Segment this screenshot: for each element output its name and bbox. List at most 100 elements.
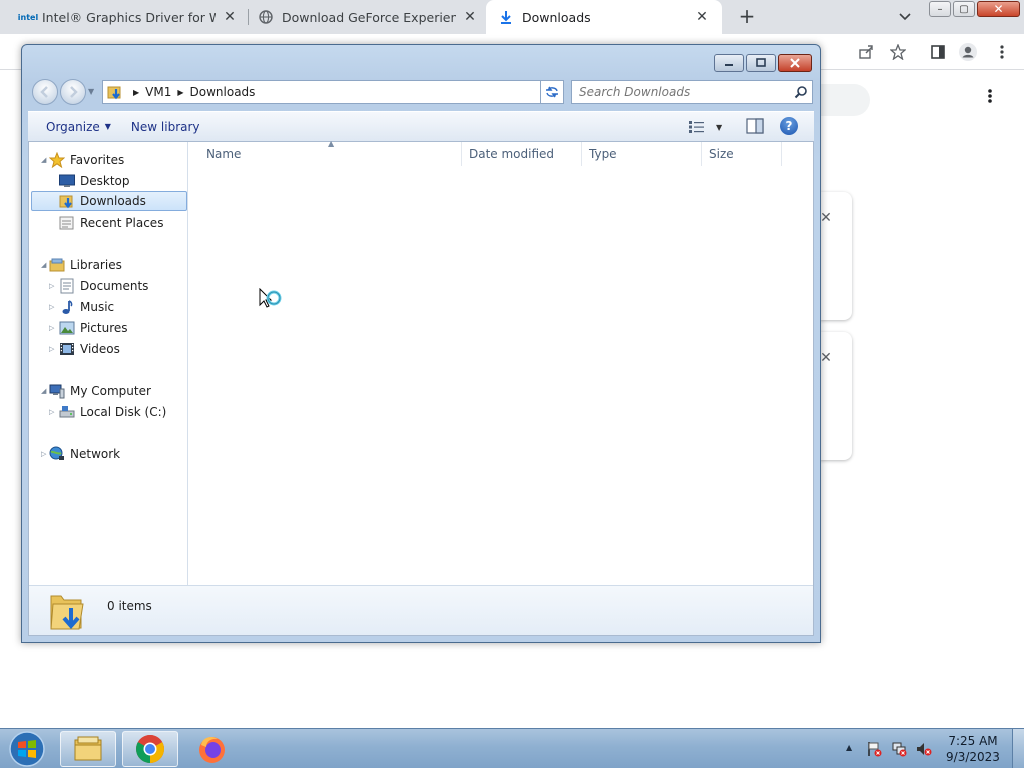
organize-button[interactable]: Organize ▼: [36, 115, 121, 139]
item-count-label: 0 items: [107, 599, 152, 613]
browser-maximize-button[interactable]: ▢: [953, 1, 975, 17]
hard-drive-icon: [59, 404, 75, 420]
change-view-button[interactable]: ▼: [688, 118, 722, 136]
nav-desktop[interactable]: Desktop: [59, 171, 130, 191]
expand-triangle-icon[interactable]: ▷: [49, 408, 54, 416]
explorer-maximize-button[interactable]: [746, 54, 776, 72]
documents-icon: [59, 278, 75, 294]
start-button[interactable]: [4, 730, 50, 768]
nav-videos[interactable]: ▷ Videos: [49, 339, 120, 359]
breadcrumb-arrow-icon[interactable]: ▶: [177, 88, 183, 97]
expand-triangle-icon[interactable]: ◢: [41, 156, 46, 164]
network-status-icon[interactable]: [891, 741, 907, 757]
breadcrumb-downloads[interactable]: Downloads: [190, 85, 256, 99]
show-desktop-button[interactable]: [1012, 729, 1024, 768]
remove-download-icon[interactable]: ✕: [820, 350, 832, 366]
nav-label: Pictures: [80, 321, 128, 335]
forward-button[interactable]: [60, 79, 86, 105]
desktop-icon: [59, 173, 75, 189]
downloads-folder-icon: [59, 193, 75, 209]
nav-label: Music: [80, 300, 115, 314]
nav-label: Videos: [80, 342, 120, 356]
tab-title: Downloads: [522, 9, 591, 25]
expand-triangle-icon[interactable]: ▷: [49, 345, 54, 353]
profile-avatar-icon[interactable]: [958, 42, 978, 62]
download-card: ✕: [820, 192, 852, 320]
refresh-button[interactable]: [540, 80, 564, 104]
nav-network[interactable]: ▷ Network: [39, 444, 120, 464]
breadcrumb-arrow-icon[interactable]: ▶: [133, 88, 139, 97]
downloads-menu-icon[interactable]: [980, 88, 1000, 108]
expand-triangle-icon[interactable]: ◢: [41, 387, 46, 395]
nav-libraries[interactable]: ◢ Libraries: [39, 255, 122, 275]
tab-intel-driver[interactable]: intel Intel® Graphics Driver for Windc ✕: [12, 0, 244, 34]
tab-close-button[interactable]: ✕: [462, 9, 478, 25]
libraries-icon: [49, 257, 65, 273]
taskbar-explorer-button[interactable]: [60, 731, 116, 767]
volume-muted-icon[interactable]: [916, 741, 932, 757]
nav-documents[interactable]: ▷ Documents: [49, 276, 149, 296]
column-header-type[interactable]: Type: [582, 142, 702, 166]
new-tab-button[interactable]: +: [736, 6, 758, 28]
nav-label: Favorites: [70, 153, 125, 167]
nav-downloads[interactable]: Downloads: [31, 191, 187, 211]
tab-geforce-experience[interactable]: Download GeForce Experience | I ✕: [252, 0, 484, 34]
address-bar[interactable]: ▶ VM1 ▶ Downloads ▼: [102, 80, 560, 104]
busy-cursor-icon: [259, 287, 289, 318]
explorer-command-bar: Organize ▼ New library ▼ ?: [28, 111, 814, 141]
search-icon[interactable]: [794, 85, 808, 99]
details-pane: 0 items: [29, 585, 813, 635]
downloads-search-field[interactable]: [820, 84, 870, 116]
show-hidden-icons-icon[interactable]: ▲: [846, 743, 852, 752]
breadcrumb-vm1[interactable]: VM1: [145, 85, 171, 99]
action-center-flag-icon[interactable]: [866, 741, 882, 757]
recent-pages-chevron-icon[interactable]: ▼: [88, 87, 98, 97]
intel-logo-icon: intel: [17, 12, 39, 22]
explorer-navigation-bar: ▼ ▶ VM1 ▶ Downloads ▼: [30, 78, 814, 106]
nav-pictures[interactable]: ▷ Pictures: [49, 318, 128, 338]
taskbar-firefox-button[interactable]: [184, 731, 240, 767]
browser-close-button[interactable]: ✕: [977, 1, 1020, 17]
search-box[interactable]: [571, 80, 813, 104]
recent-places-icon: [59, 215, 75, 231]
help-button[interactable]: ?: [780, 117, 798, 135]
column-header-size[interactable]: Size: [702, 142, 782, 166]
explorer-minimize-button[interactable]: [714, 54, 744, 72]
back-button[interactable]: [32, 79, 58, 105]
search-input[interactable]: [579, 85, 779, 99]
bookmark-star-icon[interactable]: [888, 42, 908, 62]
tab-downloads[interactable]: Downloads ✕: [486, 0, 722, 34]
chevron-down-icon[interactable]: [897, 8, 913, 24]
nav-label: Desktop: [80, 174, 130, 188]
nav-music[interactable]: ▷ Music: [49, 297, 115, 317]
tab-close-button[interactable]: ✕: [694, 9, 710, 25]
expand-triangle-icon[interactable]: ▷: [41, 450, 46, 458]
column-header-date-modified[interactable]: Date modified: [462, 142, 582, 166]
explorer-close-button[interactable]: [778, 54, 812, 72]
share-icon[interactable]: [856, 42, 876, 62]
expand-triangle-icon[interactable]: ◢: [41, 261, 46, 269]
remove-download-icon[interactable]: ✕: [820, 210, 832, 226]
taskbar-chrome-button[interactable]: [122, 731, 178, 767]
new-library-button[interactable]: New library: [121, 115, 210, 139]
nav-label: Documents: [80, 279, 149, 293]
nav-local-disk[interactable]: ▷ Local Disk (C:): [49, 402, 166, 422]
preview-pane-icon[interactable]: [746, 118, 764, 136]
chrome-menu-icon[interactable]: [992, 42, 1012, 62]
expand-triangle-icon[interactable]: ▷: [49, 282, 54, 290]
side-panel-icon[interactable]: [928, 42, 948, 62]
explorer-content: ◢ Favorites Desktop Downloads Recent Pla…: [28, 139, 814, 636]
system-clock[interactable]: 7:25 AM 9/3/2023: [946, 733, 1000, 765]
nav-recent-places[interactable]: Recent Places: [59, 213, 163, 233]
expand-triangle-icon[interactable]: ▷: [49, 303, 54, 311]
nav-favorites[interactable]: ◢ Favorites: [39, 150, 124, 170]
nav-my-computer[interactable]: ◢ My Computer: [39, 381, 151, 401]
expand-triangle-icon[interactable]: ▷: [49, 324, 54, 332]
clock-time: 7:25 AM: [948, 734, 998, 748]
windows-taskbar: ▲ 7:25 AM 9/3/2023: [0, 728, 1024, 768]
file-list-view[interactable]: ▲ Name Date modified Type Size: [189, 139, 813, 585]
nav-label: Downloads: [80, 194, 146, 208]
browser-minimize-button[interactable]: –: [929, 1, 951, 17]
column-header-name[interactable]: Name: [199, 142, 462, 166]
tab-close-button[interactable]: ✕: [222, 9, 238, 25]
